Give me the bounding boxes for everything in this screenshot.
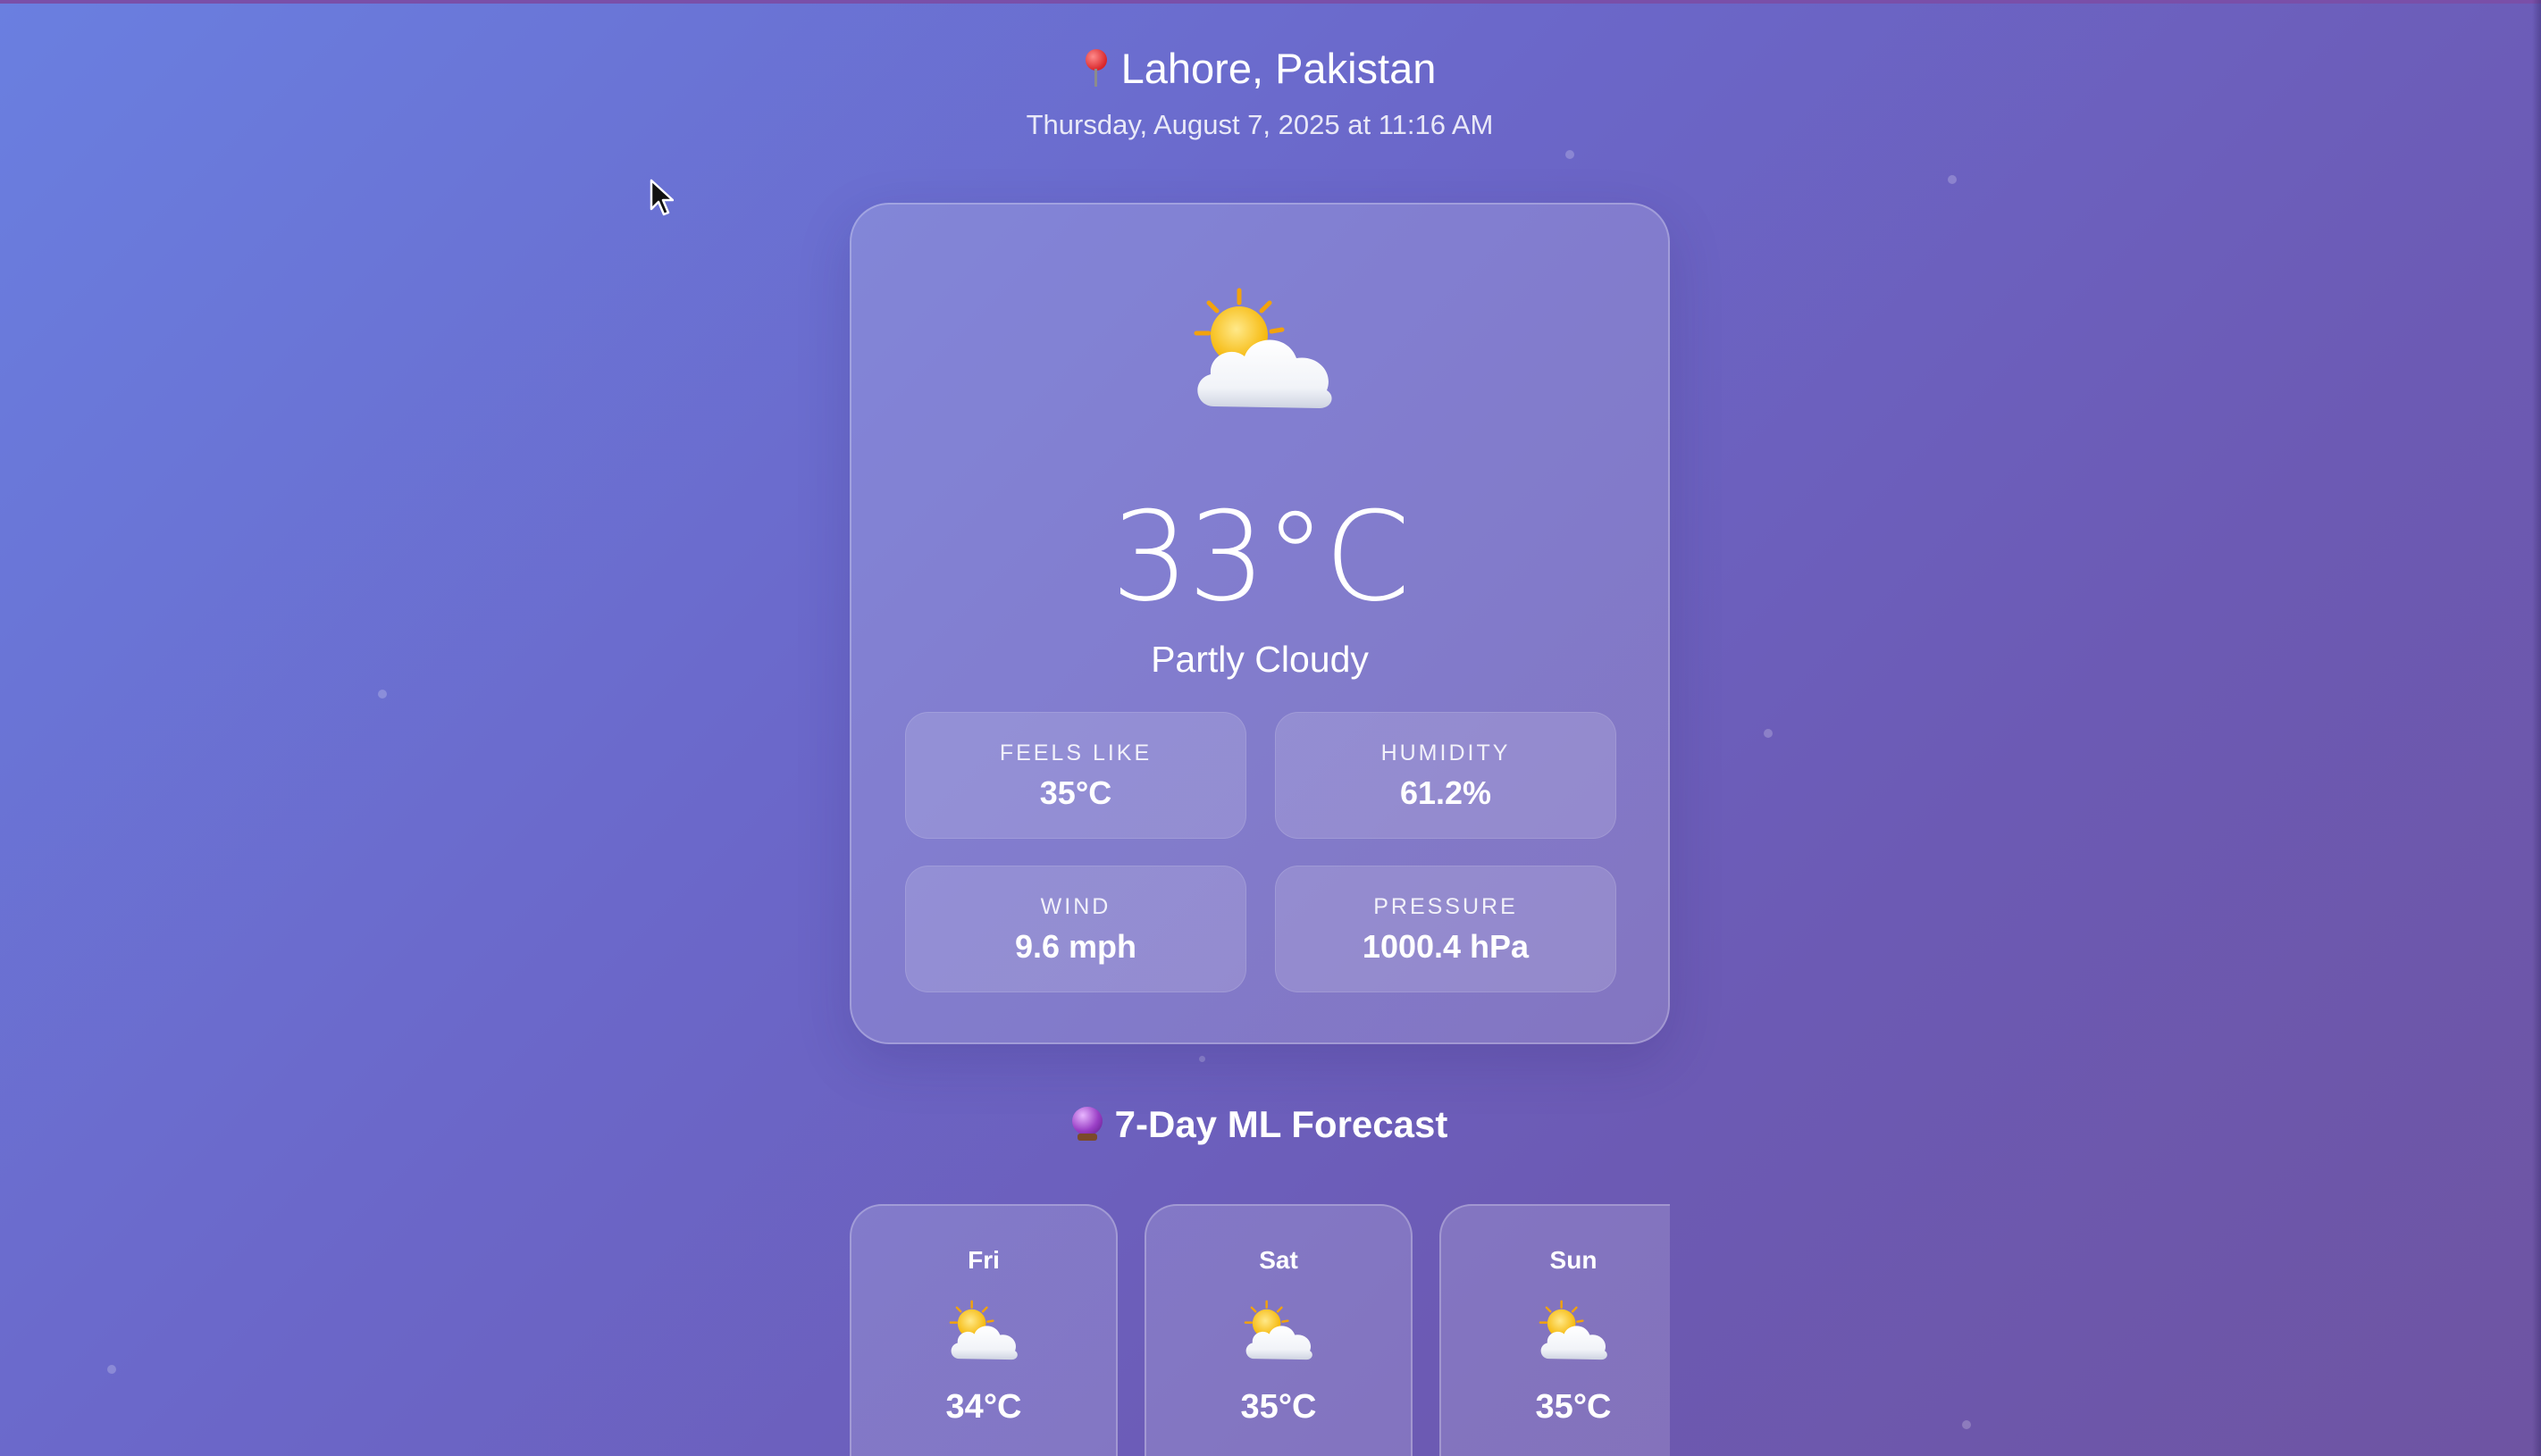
- forecast-day-name: Fri: [968, 1246, 1000, 1274]
- stat-humidity: HUMIDITY 61.2%: [1275, 712, 1616, 839]
- background-dot: [107, 1365, 116, 1374]
- current-datetime: Thursday, August 7, 2025 at 11:16 AM: [1026, 109, 1494, 140]
- background-dot: [1764, 729, 1773, 738]
- crystal-ball-icon: [1071, 1107, 1103, 1141]
- window-right-edge: [2532, 0, 2541, 1456]
- location-name: Lahore, Pakistan: [1120, 45, 1437, 92]
- forecast-title-text: 7-Day ML Forecast: [1114, 1103, 1448, 1145]
- stat-value: 1000.4 hPa: [1362, 928, 1530, 965]
- weather-stats-grid: FEELS LIKE 35°C HUMIDITY 61.2% WIND 9.6 …: [905, 712, 1616, 992]
- background-dot: [378, 690, 387, 699]
- stat-value: 9.6 mph: [1014, 928, 1137, 965]
- background-dot: [1199, 1056, 1205, 1062]
- weather-condition: Partly Cloudy: [1151, 639, 1369, 680]
- location-title: Lahore, Pakistan: [1084, 43, 1437, 95]
- stat-label: PRESSURE: [1373, 894, 1518, 919]
- sun-behind-cloud-icon: [1241, 1297, 1316, 1365]
- sun-behind-cloud-icon: [946, 1297, 1021, 1365]
- forecast-day-temp: 35°C: [1535, 1388, 1612, 1426]
- mouse-cursor-icon: [650, 179, 674, 216]
- forecast-day-card[interactable]: Fri 34°C: [850, 1204, 1118, 1456]
- stat-label: HUMIDITY: [1380, 741, 1511, 766]
- window-top-border: [0, 0, 2541, 4]
- stat-label: FEELS LIKE: [999, 741, 1153, 766]
- forecast-day-temp: 34°C: [945, 1388, 1022, 1426]
- background-dot: [1948, 175, 1957, 184]
- forecast-day-card[interactable]: Sat 35°C: [1145, 1204, 1413, 1456]
- current-temperature: 33°C: [1111, 485, 1411, 629]
- header: Lahore, Pakistan Thursday, August 7, 202…: [0, 43, 2520, 143]
- sun-behind-cloud-icon: [1536, 1297, 1611, 1365]
- forecast-day-temp: 35°C: [1240, 1388, 1317, 1426]
- sun-behind-cloud-icon: [1187, 283, 1339, 417]
- stat-pressure: PRESSURE 1000.4 hPa: [1275, 866, 1616, 992]
- current-weather-card: 33°C Partly Cloudy FEELS LIKE 35°C HUMID…: [850, 203, 1670, 1044]
- background-dot: [1565, 150, 1574, 159]
- forecast-heading: 7-Day ML Forecast: [0, 1100, 2520, 1149]
- forecast-day-name: Sat: [1259, 1246, 1298, 1274]
- forecast-list[interactable]: Fri 34°C Sat 35°C Sun 35°C: [850, 1204, 1670, 1456]
- forecast-day-name: Sun: [1549, 1246, 1598, 1274]
- stat-label: WIND: [1040, 894, 1111, 919]
- stat-feels-like: FEELS LIKE 35°C: [905, 712, 1246, 839]
- map-pin-icon: [1084, 49, 1109, 88]
- stat-value: 61.2%: [1399, 774, 1492, 811]
- background-dot: [1962, 1420, 1971, 1429]
- forecast-day-card[interactable]: Sun 35°C: [1439, 1204, 1670, 1456]
- stat-value: 35°C: [1039, 774, 1112, 811]
- stat-wind: WIND 9.6 mph: [905, 866, 1246, 992]
